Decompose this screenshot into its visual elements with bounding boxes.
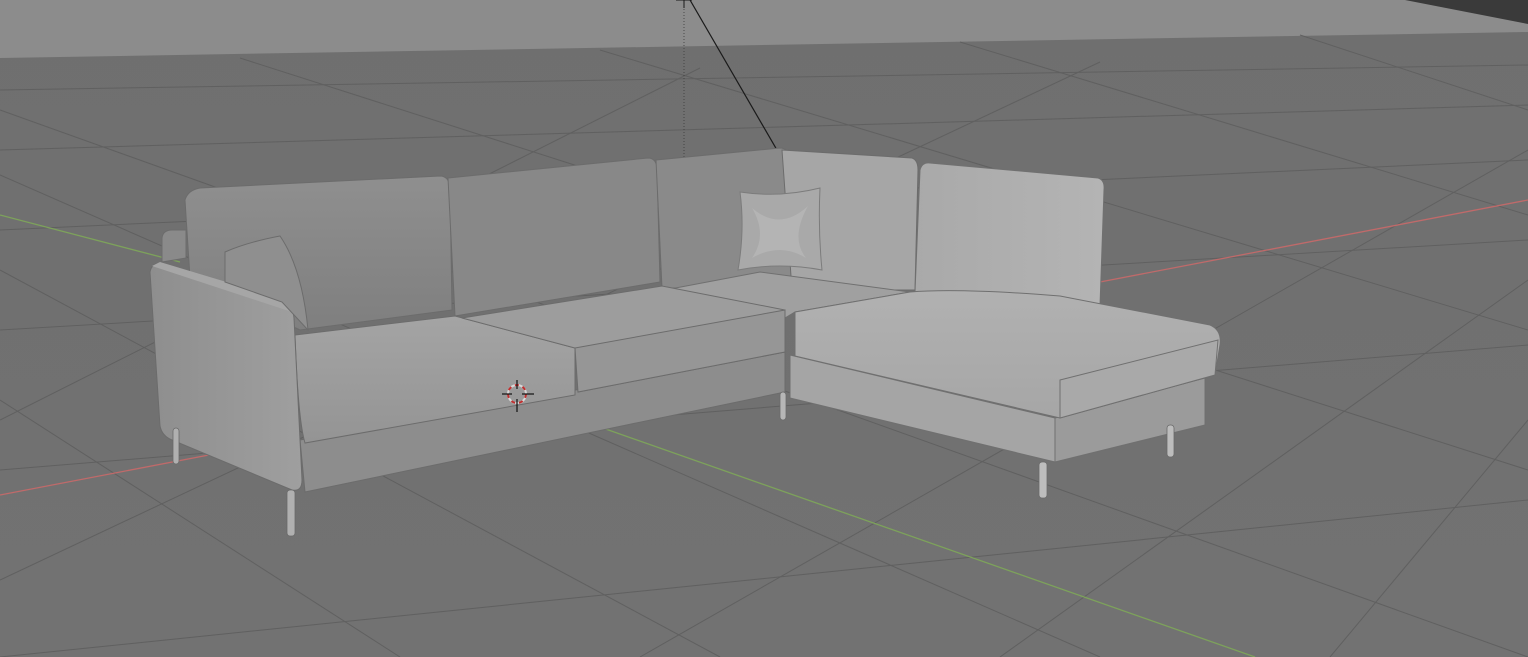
sofa-leg-2: [286, 489, 296, 537]
sofa-leg-3: [779, 391, 787, 421]
sofa-leg-5: [1166, 424, 1175, 458]
3d-viewport[interactable]: [0, 0, 1528, 657]
sofa-leg-1: [172, 427, 180, 465]
viewport-canvas[interactable]: [0, 0, 1528, 657]
sofa-leg-4: [1038, 461, 1048, 499]
back-cushion-chaise[interactable]: [914, 162, 1105, 307]
armrest-back-left: [161, 229, 187, 263]
